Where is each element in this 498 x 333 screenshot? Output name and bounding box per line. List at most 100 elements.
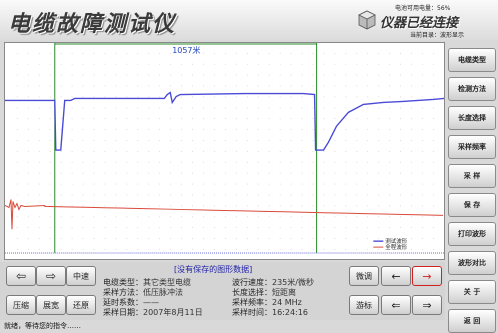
grid-dot: [49, 118, 51, 120]
grid-dot: [323, 74, 325, 76]
grid-dot: [235, 194, 237, 196]
grid-dot: [93, 249, 95, 250]
grid-dot: [38, 216, 40, 218]
grid-dot: [246, 216, 248, 218]
grid-dot: [27, 63, 29, 65]
move-right-button[interactable]: ⇨: [36, 266, 66, 286]
grid-dot: [312, 151, 314, 152]
grid-dot: [71, 151, 73, 152]
move-left-button[interactable]: ⇦: [6, 266, 36, 286]
grid-dot: [268, 118, 270, 120]
grid-dot: [356, 74, 358, 76]
grid-dot: [203, 227, 204, 229]
grid-dot: [235, 172, 237, 174]
grid-dot: [356, 227, 358, 229]
cursor-right-button[interactable]: →: [412, 266, 442, 286]
speed-medium-button[interactable]: 中速: [66, 266, 96, 286]
grid-dot: [126, 249, 128, 250]
grid-dot: [334, 172, 336, 174]
marker-label: 1057米: [172, 45, 200, 55]
grid-dot: [115, 74, 117, 76]
grid-dot: [422, 107, 423, 109]
grid-dot: [257, 227, 259, 229]
grid-dot: [203, 183, 204, 185]
grid-dot: [224, 238, 226, 239]
grid-dot: [290, 63, 292, 65]
grid-dot: [323, 172, 325, 174]
grid-dot: [60, 85, 62, 87]
grid-dot: [16, 151, 18, 152]
sidebar-item-print-waveform[interactable]: 打印波形: [448, 222, 496, 246]
waveform-chart[interactable]: 1057米 测试波形 全程波形: [4, 42, 445, 260]
grid-dot: [16, 129, 18, 130]
grid-dot: [192, 85, 193, 87]
grid-dot: [389, 194, 391, 196]
grid-dot: [49, 194, 51, 196]
grid-dot: [49, 85, 51, 87]
grid-dot: [334, 205, 336, 207]
grid-dot: [71, 85, 73, 87]
time-value: 16:24:16: [272, 308, 308, 317]
grid-dot: [290, 227, 292, 229]
grid-dot: [104, 194, 106, 196]
compress-button[interactable]: 压缩: [6, 295, 36, 315]
grid-dot: [433, 205, 434, 207]
grid-dot: [411, 238, 412, 239]
grid-dot: [367, 129, 369, 130]
grid-dot: [181, 249, 182, 250]
sidebar-item-return[interactable]: 返 回: [448, 309, 496, 333]
expand-button[interactable]: 展宽: [36, 295, 66, 315]
grid-dot: [148, 172, 150, 174]
sidebar-item-sample-rate[interactable]: 采样频率: [448, 135, 496, 159]
grid-dot: [400, 74, 401, 76]
grid-dot: [246, 151, 248, 152]
grid-dot: [246, 194, 248, 196]
grid-dot: [235, 161, 237, 163]
grid-dot: [192, 161, 193, 163]
grid-dot: [71, 107, 73, 109]
grid-dot: [246, 74, 248, 76]
restore-button[interactable]: 还原: [66, 295, 96, 315]
legend-label-full: 全程波形: [385, 243, 407, 251]
sidebar-item-sample[interactable]: 采 样: [448, 164, 496, 188]
grid-dot: [367, 161, 369, 163]
grid-dot: [290, 161, 292, 163]
series-test-waveform: [5, 91, 444, 151]
step-right-button[interactable]: ⇒: [412, 295, 442, 315]
grid-dot: [115, 249, 117, 250]
grid-dot: [422, 85, 423, 87]
grid-dot: [16, 74, 18, 76]
grid-dot: [224, 172, 226, 174]
grid-dot: [279, 85, 281, 87]
sidebar-item-compare-waveform[interactable]: 波形对比: [448, 251, 496, 275]
sidebar-item-about[interactable]: 关 于: [448, 280, 496, 304]
grid-dot: [82, 85, 84, 87]
grid-dot: [301, 205, 303, 207]
grid-dot: [170, 129, 172, 130]
grid-dot: [49, 183, 51, 185]
grid-dot: [301, 249, 303, 250]
grid-dot: [82, 63, 84, 65]
grid-dot: [433, 140, 434, 141]
grid-dot: [301, 107, 303, 109]
grid-dot: [356, 151, 358, 152]
grid-dot: [93, 183, 95, 185]
grid-dot: [159, 238, 161, 239]
grid-dot: [181, 74, 182, 76]
grid-dot: [214, 172, 215, 174]
step-left-button[interactable]: ⇐: [381, 295, 411, 315]
sidebar-item-save[interactable]: 保 存: [448, 193, 496, 217]
cursor-left-button[interactable]: ←: [381, 266, 411, 286]
sidebar-item-detection-method[interactable]: 检测方法: [448, 77, 496, 101]
cursor-button[interactable]: 游标: [349, 295, 379, 315]
grid-dot: [422, 96, 423, 98]
grid-dot: [367, 74, 369, 76]
grid-dot: [60, 74, 62, 76]
fine-tune-button[interactable]: 微调: [349, 266, 379, 286]
sidebar-item-cable-type[interactable]: 电缆类型: [448, 48, 496, 72]
grid-dot: [312, 161, 314, 163]
wave-speed-label: 波行速度：: [232, 278, 272, 287]
sidebar-item-length-select[interactable]: 长度选择: [448, 106, 496, 130]
grid-dot: [246, 205, 248, 207]
grid-dot: [148, 85, 150, 87]
